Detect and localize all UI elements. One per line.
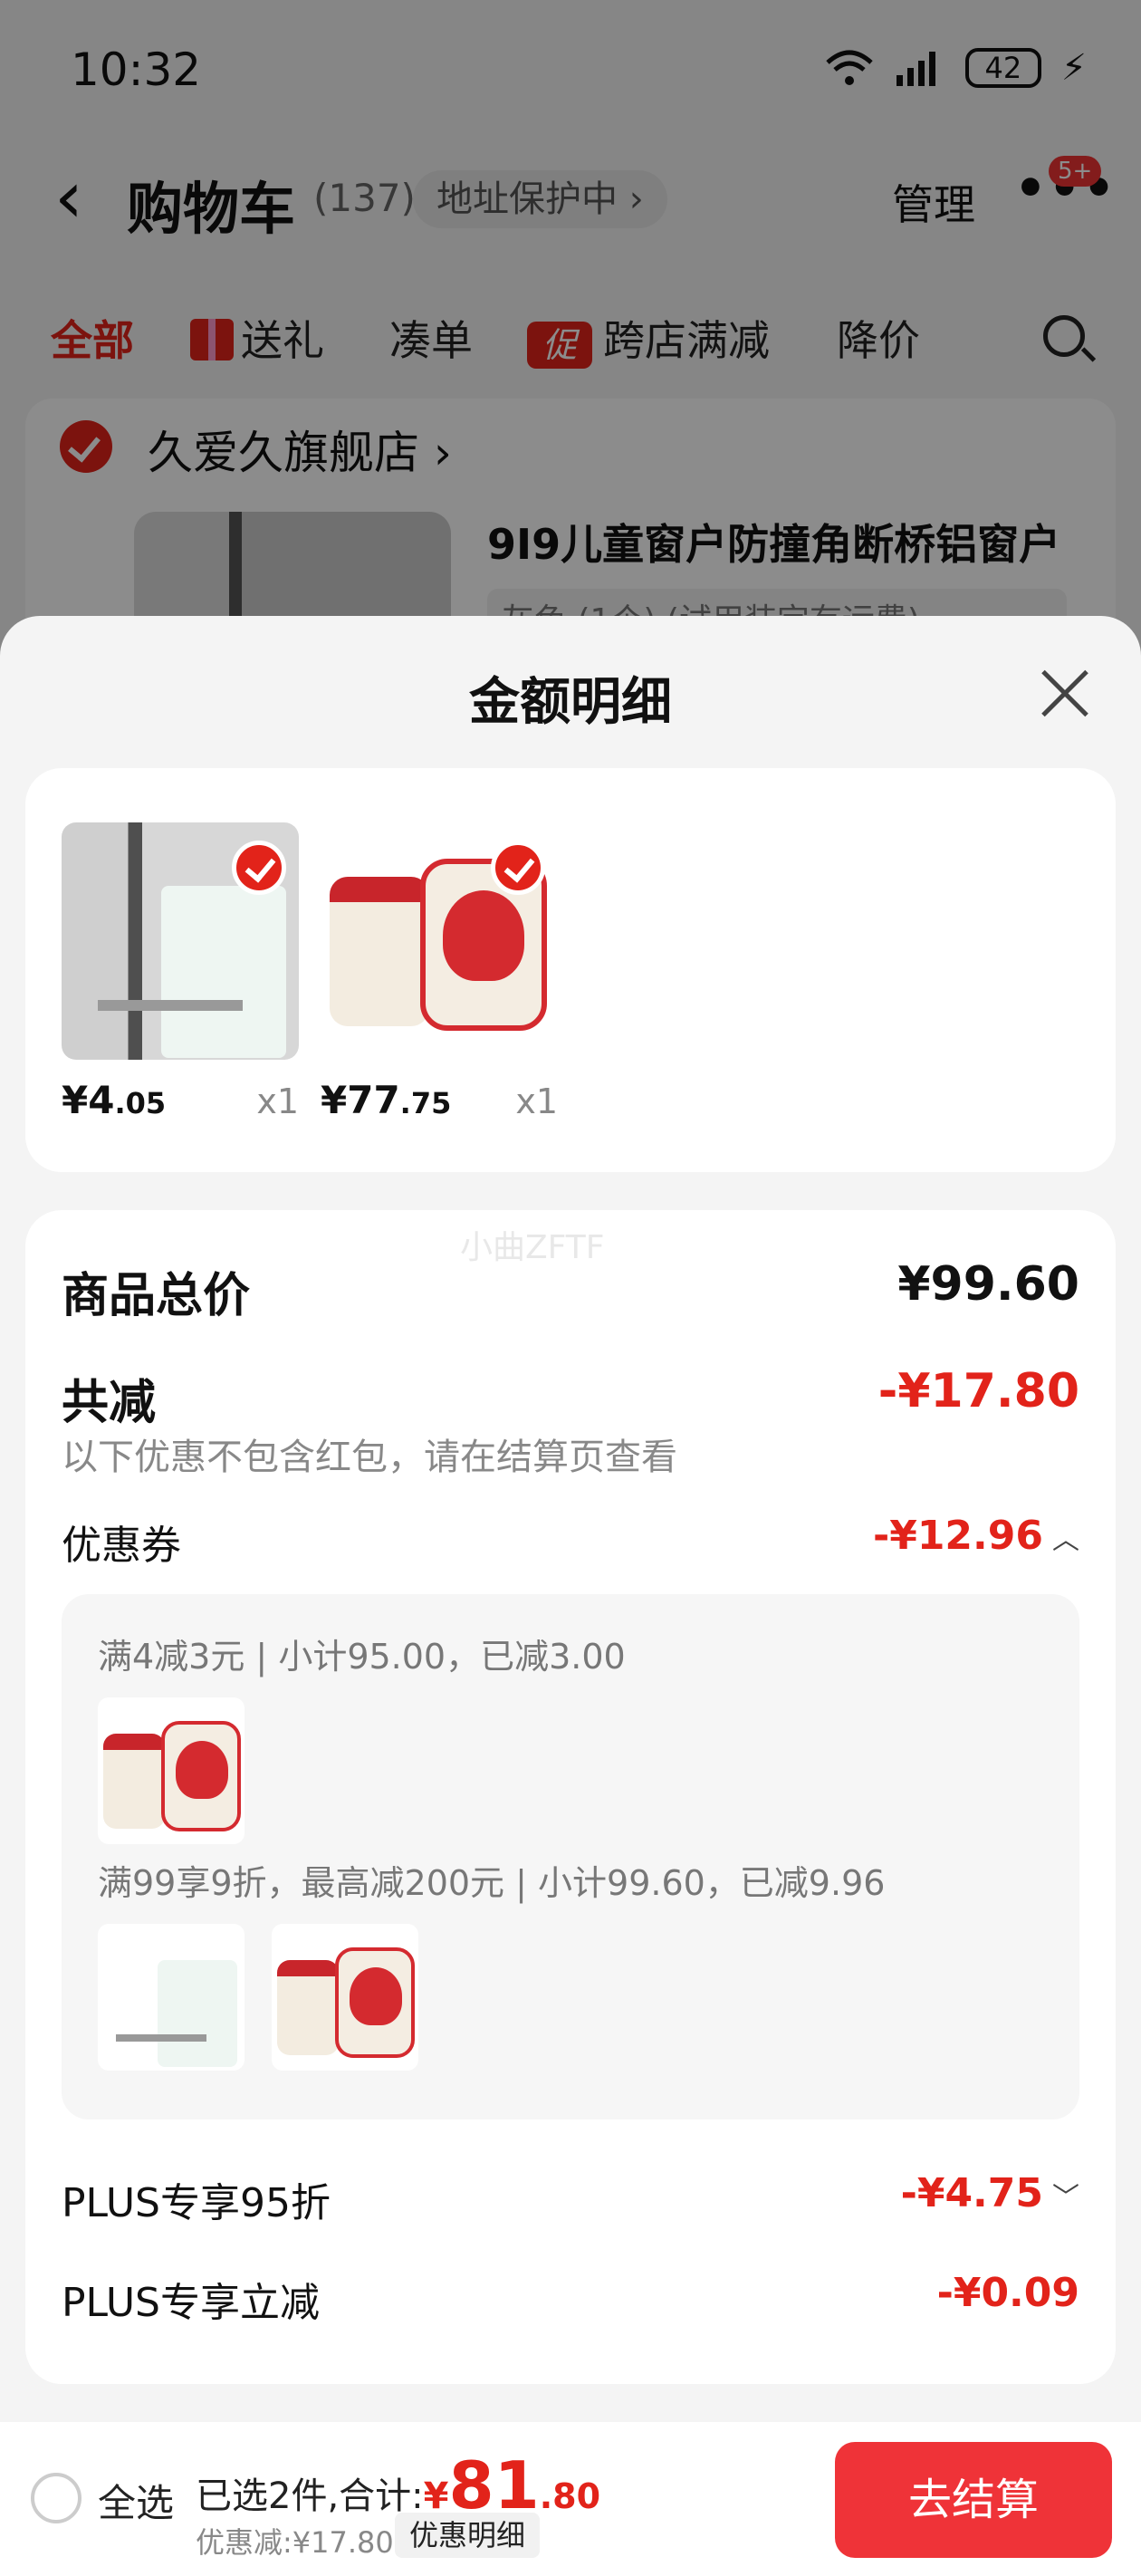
summary-prefix: 已选2件,合计:	[196, 2475, 424, 2517]
watermark: 小曲ZFTF	[460, 1229, 605, 1266]
product-price: ¥77.75	[321, 1078, 452, 1122]
select-all-radio[interactable]	[31, 2473, 82, 2523]
selected-products-card: ¥4.05 x1 ¥77.75 x1	[25, 768, 1116, 1172]
total-label: 商品总价	[62, 1269, 251, 1323]
discount-summary: 优惠减:¥17.80	[196, 2525, 394, 2560]
window-guard-product-image	[62, 822, 299, 1060]
plus95-toggle[interactable]: -¥4.75 ﹀	[901, 2170, 1079, 2216]
checkout-button[interactable]: 去结算	[835, 2442, 1112, 2558]
coupon-detail-box: 满4减3元 | 小计95.00，已减3.00 满99享9折，最高减200元 | …	[62, 1594, 1079, 2119]
coupon-label: 优惠券	[62, 1523, 181, 1569]
product-item[interactable]: ¥4.05 x1	[62, 822, 299, 1122]
coupon-rule: 满4减3元 | 小计95.00，已减3.00	[98, 1637, 626, 1677]
summary-total: 已选2件,合计:¥81.80	[196, 2447, 600, 2523]
check-icon	[232, 841, 286, 895]
reduce-hint: 以下优惠不包含红包，请在结算页查看	[62, 1437, 677, 1478]
chevron-down-icon: ﹀	[1052, 2182, 1079, 2214]
select-all-label[interactable]: 全选	[98, 2473, 174, 2528]
checkout-bar: 全选 已选2件,合计:¥81.80 优惠减:¥17.80 优惠明细 去结算	[0, 2422, 1141, 2576]
chevron-up-icon: ︿	[1052, 1524, 1079, 1556]
plus95-label: PLUS专享95折	[62, 2180, 331, 2226]
summary-currency: ¥	[423, 2475, 449, 2517]
price-breakdown-card: 小曲ZFTF 商品总价 ¥99.60 共减 -¥17.80 以下优惠不包含红包，…	[25, 1210, 1116, 2384]
product-price: ¥4.05	[62, 1078, 167, 1122]
food-jar-product-image	[321, 822, 558, 1060]
product-qty: x1	[515, 1081, 558, 1121]
plus-off-value: -¥0.09	[936, 2270, 1079, 2316]
coupon-product-thumb	[98, 1697, 244, 1844]
coupon-product-thumb	[272, 1924, 418, 2071]
plus95-value: -¥4.75	[900, 2170, 1043, 2216]
product-qty: x1	[256, 1081, 299, 1121]
reduce-label: 共减	[62, 1376, 157, 1430]
coupon-product-thumb	[98, 1924, 244, 2071]
check-icon	[491, 841, 545, 895]
amount-detail-sheet: 金额明细 ¥4.05 x1 ¥77.75 x1 小曲ZFTF 商品总价 ¥99.…	[0, 616, 1141, 2576]
coupon-value: -¥12.96	[872, 1513, 1043, 1559]
total-value: ¥99.60	[897, 1257, 1079, 1312]
coupon-rule: 满99享9折，最高减200元 | 小计99.60，已减9.96	[98, 1863, 886, 1903]
reduce-value: -¥17.80	[877, 1364, 1079, 1418]
product-item[interactable]: ¥77.75 x1	[321, 822, 558, 1122]
summary-amount-dec: .80	[539, 2476, 601, 2516]
coupon-toggle[interactable]: -¥12.96 ︿	[873, 1513, 1079, 1559]
sheet-title: 金额明细	[469, 673, 672, 732]
plus-off-label: PLUS专享立减	[62, 2280, 320, 2326]
close-icon[interactable]	[1038, 667, 1092, 721]
discount-detail-button[interactable]: 优惠明细	[395, 2513, 541, 2558]
